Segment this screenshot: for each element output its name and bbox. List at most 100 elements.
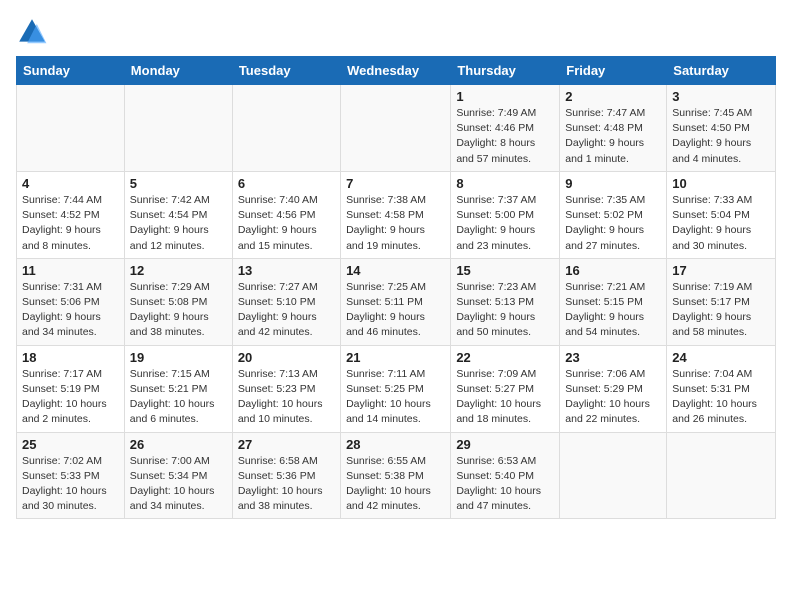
day-number: 6	[238, 176, 335, 191]
calendar-cell	[232, 85, 340, 172]
calendar-cell: 15 Sunrise: 7:23 AM Sunset: 5:13 PM Dayli…	[451, 258, 560, 345]
day-info: Sunrise: 7:15 AM Sunset: 5:21 PM Dayligh…	[130, 367, 227, 428]
calendar-cell: 17 Sunrise: 7:19 AM Sunset: 5:17 PM Dayli…	[667, 258, 776, 345]
day-info: Sunrise: 7:38 AM Sunset: 4:58 PM Dayligh…	[346, 193, 445, 254]
day-info: Sunrise: 7:09 AM Sunset: 5:27 PM Dayligh…	[456, 367, 554, 428]
day-number: 25	[22, 437, 119, 452]
column-header-sunday: Sunday	[17, 57, 125, 85]
calendar-cell: 12Sunrise: 7:29 AM Sunset: 5:08 PM Dayli…	[124, 258, 232, 345]
day-number: 8	[456, 176, 554, 191]
day-number: 2	[565, 89, 661, 104]
logo-icon	[16, 16, 48, 48]
calendar-week-row: 25 Sunrise: 7:02 AM Sunset: 5:33 PM Dayli…	[17, 432, 776, 519]
day-info: Sunrise: 7:19 AM Sunset: 5:17 PM Dayligh…	[672, 280, 770, 341]
calendar-cell: 24 Sunrise: 7:04 AM Sunset: 5:31 PM Dayli…	[667, 345, 776, 432]
calendar-cell: 11 Sunrise: 7:31 AM Sunset: 5:06 PM Dayli…	[17, 258, 125, 345]
day-number: 14	[346, 263, 445, 278]
day-number: 9	[565, 176, 661, 191]
day-info: Sunrise: 6:55 AM Sunset: 5:38 PM Dayligh…	[346, 454, 445, 515]
day-info: Sunrise: 6:58 AM Sunset: 5:36 PM Dayligh…	[238, 454, 335, 515]
day-number: 11	[22, 263, 119, 278]
day-info: Sunrise: 7:31 AM Sunset: 5:06 PM Dayligh…	[22, 280, 119, 341]
column-header-monday: Monday	[124, 57, 232, 85]
day-info: Sunrise: 7:49 AM Sunset: 4:46 PM Dayligh…	[456, 106, 554, 167]
calendar-week-row: 1Sunrise: 7:49 AM Sunset: 4:46 PM Daylig…	[17, 85, 776, 172]
day-number: 24	[672, 350, 770, 365]
calendar-week-row: 18Sunrise: 7:17 AM Sunset: 5:19 PM Dayli…	[17, 345, 776, 432]
calendar-cell: 6 Sunrise: 7:40 AM Sunset: 4:56 PM Daylig…	[232, 171, 340, 258]
column-header-saturday: Saturday	[667, 57, 776, 85]
day-number: 29	[456, 437, 554, 452]
day-info: Sunrise: 7:00 AM Sunset: 5:34 PM Dayligh…	[130, 454, 227, 515]
calendar-cell: 13 Sunrise: 7:27 AM Sunset: 5:10 PM Dayli…	[232, 258, 340, 345]
day-info: Sunrise: 7:02 AM Sunset: 5:33 PM Dayligh…	[22, 454, 119, 515]
day-info: Sunrise: 7:44 AM Sunset: 4:52 PM Dayligh…	[22, 193, 119, 254]
calendar-cell: 7 Sunrise: 7:38 AM Sunset: 4:58 PM Daylig…	[341, 171, 451, 258]
calendar-cell	[667, 432, 776, 519]
calendar-week-row: 11 Sunrise: 7:31 AM Sunset: 5:06 PM Dayli…	[17, 258, 776, 345]
calendar-cell	[17, 85, 125, 172]
day-number: 5	[130, 176, 227, 191]
calendar-cell	[341, 85, 451, 172]
day-number: 7	[346, 176, 445, 191]
day-number: 21	[346, 350, 445, 365]
column-header-tuesday: Tuesday	[232, 57, 340, 85]
day-info: Sunrise: 7:21 AM Sunset: 5:15 PM Dayligh…	[565, 280, 661, 341]
calendar-cell	[124, 85, 232, 172]
column-header-thursday: Thursday	[451, 57, 560, 85]
day-info: Sunrise: 7:13 AM Sunset: 5:23 PM Dayligh…	[238, 367, 335, 428]
calendar-cell: 28Sunrise: 6:55 AM Sunset: 5:38 PM Dayli…	[341, 432, 451, 519]
day-number: 16	[565, 263, 661, 278]
calendar-header-row: SundayMondayTuesdayWednesdayThursdayFrid…	[17, 57, 776, 85]
day-info: Sunrise: 7:27 AM Sunset: 5:10 PM Dayligh…	[238, 280, 335, 341]
day-info: Sunrise: 7:42 AM Sunset: 4:54 PM Dayligh…	[130, 193, 227, 254]
calendar-cell: 10 Sunrise: 7:33 AM Sunset: 5:04 PM Dayli…	[667, 171, 776, 258]
calendar-cell: 18Sunrise: 7:17 AM Sunset: 5:19 PM Dayli…	[17, 345, 125, 432]
day-info: Sunrise: 7:40 AM Sunset: 4:56 PM Dayligh…	[238, 193, 335, 254]
calendar-cell: 16 Sunrise: 7:21 AM Sunset: 5:15 PM Dayli…	[560, 258, 667, 345]
header	[16, 16, 776, 48]
calendar-cell: 9Sunrise: 7:35 AM Sunset: 5:02 PM Daylig…	[560, 171, 667, 258]
day-info: Sunrise: 7:37 AM Sunset: 5:00 PM Dayligh…	[456, 193, 554, 254]
calendar-cell: 4Sunrise: 7:44 AM Sunset: 4:52 PM Daylig…	[17, 171, 125, 258]
calendar-cell: 8 Sunrise: 7:37 AM Sunset: 5:00 PM Daylig…	[451, 171, 560, 258]
calendar-cell: 29 Sunrise: 6:53 AM Sunset: 5:40 PM Dayli…	[451, 432, 560, 519]
calendar-cell: 22 Sunrise: 7:09 AM Sunset: 5:27 PM Dayli…	[451, 345, 560, 432]
day-info: Sunrise: 7:06 AM Sunset: 5:29 PM Dayligh…	[565, 367, 661, 428]
day-number: 27	[238, 437, 335, 452]
day-number: 23	[565, 350, 661, 365]
day-number: 17	[672, 263, 770, 278]
day-info: Sunrise: 7:47 AM Sunset: 4:48 PM Dayligh…	[565, 106, 661, 167]
day-info: Sunrise: 7:23 AM Sunset: 5:13 PM Dayligh…	[456, 280, 554, 341]
day-number: 13	[238, 263, 335, 278]
day-info: Sunrise: 7:17 AM Sunset: 5:19 PM Dayligh…	[22, 367, 119, 428]
calendar-cell: 2 Sunrise: 7:47 AM Sunset: 4:48 PM Daylig…	[560, 85, 667, 172]
calendar-cell	[560, 432, 667, 519]
calendar-cell: 25 Sunrise: 7:02 AM Sunset: 5:33 PM Dayli…	[17, 432, 125, 519]
day-number: 22	[456, 350, 554, 365]
column-header-wednesday: Wednesday	[341, 57, 451, 85]
calendar-cell: 20Sunrise: 7:13 AM Sunset: 5:23 PM Dayli…	[232, 345, 340, 432]
day-number: 10	[672, 176, 770, 191]
day-number: 26	[130, 437, 227, 452]
calendar-cell: 27 Sunrise: 6:58 AM Sunset: 5:36 PM Dayli…	[232, 432, 340, 519]
calendar-table: SundayMondayTuesdayWednesdayThursdayFrid…	[16, 56, 776, 519]
day-info: Sunrise: 6:53 AM Sunset: 5:40 PM Dayligh…	[456, 454, 554, 515]
calendar-cell: 3 Sunrise: 7:45 AM Sunset: 4:50 PM Daylig…	[667, 85, 776, 172]
column-header-friday: Friday	[560, 57, 667, 85]
calendar-cell: 19Sunrise: 7:15 AM Sunset: 5:21 PM Dayli…	[124, 345, 232, 432]
day-info: Sunrise: 7:04 AM Sunset: 5:31 PM Dayligh…	[672, 367, 770, 428]
calendar-cell: 5 Sunrise: 7:42 AM Sunset: 4:54 PM Daylig…	[124, 171, 232, 258]
day-number: 15	[456, 263, 554, 278]
day-info: Sunrise: 7:25 AM Sunset: 5:11 PM Dayligh…	[346, 280, 445, 341]
day-info: Sunrise: 7:45 AM Sunset: 4:50 PM Dayligh…	[672, 106, 770, 167]
day-number: 12	[130, 263, 227, 278]
calendar-cell: 14 Sunrise: 7:25 AM Sunset: 5:11 PM Dayli…	[341, 258, 451, 345]
day-info: Sunrise: 7:11 AM Sunset: 5:25 PM Dayligh…	[346, 367, 445, 428]
logo	[16, 16, 52, 48]
calendar-week-row: 4Sunrise: 7:44 AM Sunset: 4:52 PM Daylig…	[17, 171, 776, 258]
day-number: 3	[672, 89, 770, 104]
calendar-cell: 21 Sunrise: 7:11 AM Sunset: 5:25 PM Dayli…	[341, 345, 451, 432]
calendar-cell: 23 Sunrise: 7:06 AM Sunset: 5:29 PM Dayli…	[560, 345, 667, 432]
day-info: Sunrise: 7:33 AM Sunset: 5:04 PM Dayligh…	[672, 193, 770, 254]
